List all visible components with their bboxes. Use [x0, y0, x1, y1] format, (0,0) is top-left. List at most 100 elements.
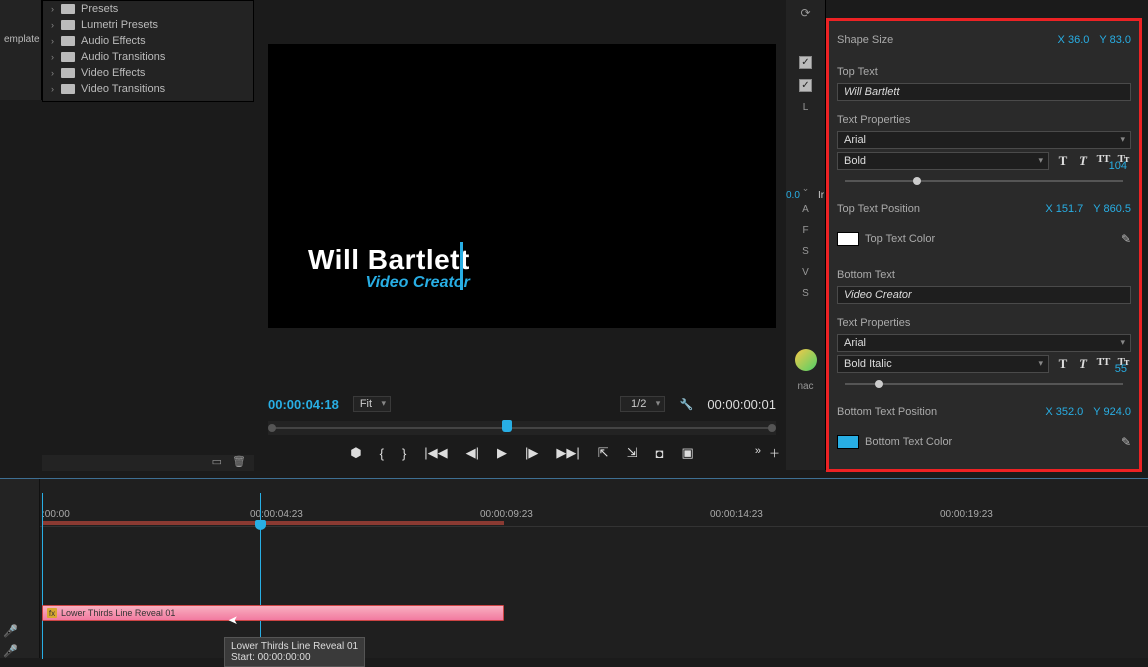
- font-size-slider-2[interactable]: 55: [837, 377, 1131, 391]
- font-family-dropdown-1[interactable]: Arial: [837, 131, 1131, 149]
- browser-item-label: Audio Effects: [81, 35, 146, 47]
- faux-italic-icon[interactable]: T: [1075, 153, 1091, 169]
- safe-margins-icon[interactable]: »: [755, 445, 761, 461]
- new-bin-icon[interactable]: ▭: [212, 455, 222, 471]
- top-pos-y[interactable]: Y 860.5: [1093, 203, 1131, 215]
- top-text-input[interactable]: [837, 83, 1131, 101]
- edge-letter: F: [802, 225, 808, 236]
- essential-graphics-panel: Shape Size X 36.0 Y 83.0 Top Text Text P…: [826, 18, 1142, 472]
- edge-letter: V: [802, 267, 809, 278]
- top-text-color-label: Top Text Color: [865, 233, 935, 245]
- program-monitor: Will Bartlett Video Creator: [268, 44, 776, 328]
- font-size-value-1[interactable]: 104: [1109, 160, 1127, 172]
- edge-letter: A: [802, 204, 809, 215]
- step-forward-icon[interactable]: |▶: [525, 445, 538, 461]
- clip-label: Lower Thirds Line Reveal 01: [61, 608, 175, 618]
- monitor-controls: 00:00:04:18 Fit 1/2 🔧 00:00:00:01 ⬢ { } …: [268, 395, 776, 463]
- timeline-gutter: 🎤 🎤: [0, 479, 40, 658]
- eyedropper-icon[interactable]: ✎: [1121, 435, 1131, 449]
- delete-icon[interactable]: 🗑: [232, 455, 246, 471]
- lift-icon[interactable]: ⇱: [598, 445, 609, 461]
- go-to-out-icon[interactable]: ▶▶|: [556, 445, 579, 461]
- font-weight-dropdown-1[interactable]: Bold: [837, 152, 1049, 170]
- eyedropper-icon[interactable]: ✎: [1121, 232, 1131, 246]
- font-size-value-2[interactable]: 55: [1115, 363, 1127, 375]
- comparison-view-icon[interactable]: ▣: [681, 445, 693, 461]
- browser-item[interactable]: ›Video Transitions: [43, 81, 253, 97]
- browser-item[interactable]: ›Lumetri Presets: [43, 17, 253, 33]
- play-icon[interactable]: ▶: [497, 445, 507, 461]
- font-weight-dropdown-2[interactable]: Bold Italic: [837, 355, 1049, 373]
- timecode-left[interactable]: 00:00:04:18: [268, 397, 339, 412]
- effects-browser: ›Presets ›Lumetri Presets ›Audio Effects…: [42, 0, 254, 102]
- checkbox-1[interactable]: ✓: [799, 56, 812, 69]
- browser-item-label: Video Transitions: [81, 83, 165, 95]
- ruler-tick: 00:00:14:23: [710, 509, 763, 520]
- top-text-label: Top Text: [837, 66, 878, 78]
- bottom-text-input[interactable]: [837, 286, 1131, 304]
- browser-item-label: Audio Transitions: [81, 51, 165, 63]
- edge-ir-label: Ir: [818, 190, 824, 201]
- faux-italic-icon[interactable]: T: [1075, 356, 1091, 372]
- right-edge-panel: ⟳ ✓ ✓ L ⌄ A F S V S nac: [786, 0, 826, 470]
- timeline-ruler[interactable]: :00:00 00:00:04:23 00:00:09:23 00:00:14:…: [40, 507, 1148, 527]
- left-narrow-panel: [0, 0, 42, 100]
- preview-accent-line: [460, 242, 463, 290]
- browser-item[interactable]: ›Presets: [43, 1, 253, 17]
- faux-bold-icon[interactable]: T: [1055, 153, 1071, 169]
- ruler-tick: 00:00:04:23: [250, 509, 303, 520]
- playhead-start: [42, 493, 43, 659]
- shape-size-y[interactable]: Y 83.0: [1099, 34, 1131, 46]
- ruler-tick: :00:00: [42, 509, 70, 520]
- bottom-text-position-label: Bottom Text Position: [837, 406, 937, 418]
- step-back-icon[interactable]: ◀|: [466, 445, 479, 461]
- button-editor-icon[interactable]: ＋: [769, 445, 780, 461]
- edge-letter-L: L: [803, 102, 809, 113]
- voiceover-icon[interactable]: 🎤: [3, 624, 18, 638]
- bottom-text-color-swatch[interactable]: [837, 435, 859, 449]
- allcaps-icon[interactable]: TT: [1095, 356, 1111, 372]
- shape-size-x[interactable]: X 36.0: [1058, 34, 1090, 46]
- work-area-bar[interactable]: [42, 521, 504, 525]
- resolution-dropdown[interactable]: 1/2: [620, 396, 665, 412]
- faux-bold-icon[interactable]: T: [1055, 356, 1071, 372]
- top-text-color-swatch[interactable]: [837, 232, 859, 246]
- preview-title-main: Will Bartlett: [308, 244, 470, 276]
- timeline-panel: 🎤 🎤 :00:00 00:00:04:23 00:00:09:23 00:00…: [0, 478, 1148, 658]
- bottom-pos-x[interactable]: X 352.0: [1045, 406, 1083, 418]
- bottom-text-color-label: Bottom Text Color: [865, 436, 952, 448]
- browser-item[interactable]: ›Audio Transitions: [43, 49, 253, 65]
- edge-blue-value: 0.0: [786, 190, 800, 201]
- zoom-fit-dropdown[interactable]: Fit: [353, 396, 391, 412]
- wrench-icon[interactable]: 🔧: [679, 397, 693, 411]
- export-frame-icon[interactable]: ◘: [656, 446, 664, 461]
- top-text-position-label: Top Text Position: [837, 203, 920, 215]
- clip-tooltip: Lower Thirds Line Reveal 01 Start: 00:00…: [224, 637, 365, 667]
- browser-item[interactable]: ›Audio Effects: [43, 33, 253, 49]
- browser-item[interactable]: ›Video Effects: [43, 65, 253, 81]
- extract-icon[interactable]: ⇲: [627, 445, 638, 461]
- voiceover-icon[interactable]: 🎤: [3, 644, 18, 658]
- lumetri-wheel-icon[interactable]: [795, 349, 817, 371]
- template-label: emplate: [0, 30, 36, 49]
- browser-item-label: Video Effects: [81, 67, 145, 79]
- effect-toggle-icon[interactable]: ⟳: [800, 6, 810, 20]
- checkbox-2[interactable]: ✓: [799, 79, 812, 92]
- top-pos-x[interactable]: X 151.7: [1045, 203, 1083, 215]
- go-to-in-icon[interactable]: |◀◀: [424, 445, 447, 461]
- browser-item-label: Lumetri Presets: [81, 19, 158, 31]
- timeline-clip[interactable]: fx Lower Thirds Line Reveal 01: [42, 605, 504, 621]
- monitor-scrubber[interactable]: [268, 421, 776, 435]
- mark-out-icon[interactable]: }: [402, 446, 406, 461]
- bottom-pos-y[interactable]: Y 924.0: [1093, 406, 1131, 418]
- browser-item-label: Presets: [81, 3, 118, 15]
- add-marker-icon[interactable]: ⬢: [350, 445, 361, 461]
- timeline-playhead[interactable]: [260, 493, 261, 659]
- ruler-tick: 00:00:19:23: [940, 509, 993, 520]
- font-size-slider-1[interactable]: 104: [837, 174, 1131, 188]
- expand-arrow-icon[interactable]: ⌄: [802, 183, 810, 194]
- font-family-dropdown-2[interactable]: Arial: [837, 334, 1131, 352]
- edge-letter: S: [802, 246, 809, 257]
- preview-title-sub: Video Creator: [308, 274, 470, 292]
- mark-in-icon[interactable]: {: [380, 446, 384, 461]
